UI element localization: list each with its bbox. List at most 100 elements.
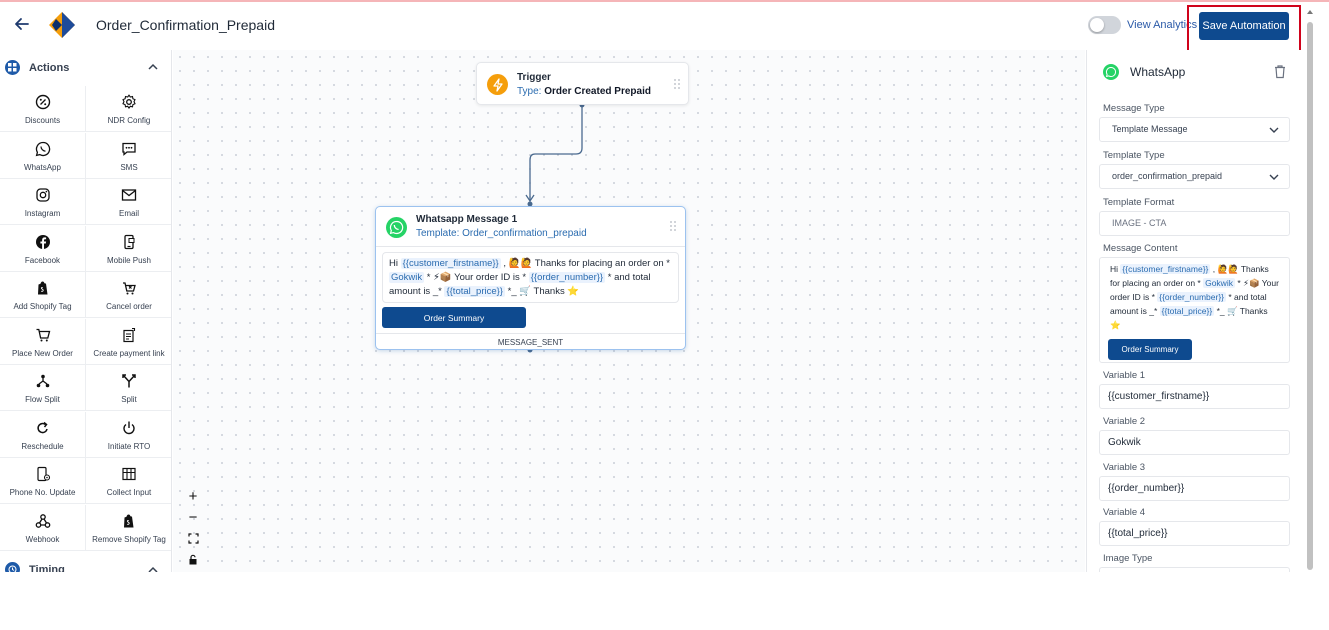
action-whatsapp[interactable]: WhatsApp bbox=[0, 133, 86, 179]
whatsapp-message-node[interactable]: Whatsapp Message 1 Template: Order_confi… bbox=[375, 206, 686, 350]
variable-chip: {{total_price}} bbox=[1159, 306, 1215, 316]
action-discounts[interactable]: Discounts bbox=[0, 86, 86, 132]
action-label: NDR Config bbox=[107, 116, 151, 125]
variable-3-label: Variable 3 bbox=[1103, 462, 1146, 473]
timing-section-label: Timing bbox=[29, 564, 65, 572]
action-label: Split bbox=[121, 395, 137, 404]
analytics-toggle[interactable] bbox=[1088, 16, 1121, 34]
action-facebook[interactable]: Facebook bbox=[0, 226, 86, 272]
template-format-label: Template Format bbox=[1103, 197, 1175, 208]
save-automation-button[interactable]: Save Automation bbox=[1199, 12, 1289, 40]
action-label: Reschedule bbox=[21, 442, 64, 451]
variable-chip: Gokwik bbox=[1203, 278, 1235, 288]
chevron-down-icon bbox=[1269, 127, 1279, 133]
action-initiate-rto[interactable]: Initiate RTO bbox=[86, 412, 171, 458]
message-text: Hi bbox=[1110, 264, 1121, 274]
variable-chip: {{customer_firstname}} bbox=[400, 258, 501, 269]
variable-chip: Gokwik bbox=[389, 272, 425, 283]
phone-settings-icon bbox=[0, 466, 85, 482]
variable-1-input[interactable]: {{customer_firstname}} bbox=[1099, 384, 1290, 409]
chevron-up-icon[interactable] bbox=[146, 563, 160, 572]
lock-icon[interactable] bbox=[182, 549, 204, 570]
action-add-shopify-tag[interactable]: Add Shopify Tag bbox=[0, 272, 86, 318]
variable-4-label: Variable 4 bbox=[1103, 507, 1146, 518]
view-analytics-link[interactable]: View Analytics bbox=[1127, 19, 1197, 31]
action-label: Phone No. Update bbox=[9, 488, 76, 497]
zoom-in-icon[interactable]: + bbox=[182, 486, 204, 507]
action-split[interactable]: Split bbox=[86, 365, 171, 411]
variable-chip: {{order_number}} bbox=[528, 272, 606, 283]
action-place-new-order[interactable]: Place New Order bbox=[0, 319, 86, 365]
cart-icon bbox=[0, 327, 85, 343]
action-webhook[interactable]: Webhook bbox=[0, 505, 86, 551]
action-collect-input[interactable]: Collect Input bbox=[86, 458, 171, 504]
trigger-type-value: Order Created Prepaid bbox=[544, 86, 651, 97]
flow-canvas[interactable]: Trigger Type: Order Created Prepaid What… bbox=[173, 50, 1085, 572]
action-label: WhatsApp bbox=[24, 163, 61, 172]
variable-2-input[interactable]: Gokwik bbox=[1099, 430, 1290, 455]
scroll-up-icon[interactable] bbox=[1305, 8, 1315, 16]
trigger-title: Trigger bbox=[517, 72, 551, 83]
order-summary-button[interactable]: Order Summary bbox=[382, 307, 526, 328]
message-content-box[interactable]: Hi {{customer_firstname}} , 🙋🙋 Thanks fo… bbox=[1099, 257, 1290, 363]
trigger-node[interactable]: Trigger Type: Order Created Prepaid bbox=[476, 62, 689, 105]
chevron-up-icon[interactable] bbox=[146, 60, 160, 74]
action-phone-no-update[interactable]: Phone No. Update bbox=[0, 458, 86, 504]
message-content-label: Message Content bbox=[1103, 243, 1178, 254]
action-ndr-config[interactable]: NDR Config bbox=[86, 86, 171, 132]
variable-chip: {{total_price}} bbox=[444, 286, 505, 297]
action-label: Collect Input bbox=[106, 488, 152, 497]
zoom-out-icon[interactable]: − bbox=[182, 507, 204, 528]
drag-handle-icon[interactable] bbox=[669, 220, 677, 232]
action-cancel-order[interactable]: Cancel order bbox=[86, 272, 171, 318]
fit-view-icon[interactable] bbox=[182, 528, 204, 549]
whatsapp-icon bbox=[0, 141, 85, 157]
action-label: Remove Shopify Tag bbox=[92, 535, 166, 544]
action-instagram[interactable]: Instagram bbox=[0, 179, 86, 225]
action-label: Place New Order bbox=[12, 349, 73, 358]
action-label: Facebook bbox=[24, 256, 61, 265]
message-text: * ⚡📦 Your order ID is * bbox=[424, 272, 529, 283]
header: Order_Confirmation_Prepaid View Analytic… bbox=[0, 2, 1329, 56]
whatsapp-node-title: Whatsapp Message 1 bbox=[416, 214, 518, 225]
variable-chip: {{order_number}} bbox=[1157, 292, 1226, 302]
image-type-label: Image Type bbox=[1103, 553, 1153, 564]
actions-sidebar: Actions Discounts NDR Config WhatsApp SM… bbox=[0, 50, 172, 572]
variable-3-input[interactable]: {{order_number}} bbox=[1099, 476, 1290, 501]
action-label: Initiate RTO bbox=[107, 442, 151, 451]
action-mobile-push[interactable]: Mobile Push bbox=[86, 226, 171, 272]
instagram-icon bbox=[0, 187, 85, 203]
action-label: Email bbox=[118, 209, 139, 218]
page-scrollbar[interactable] bbox=[1305, 8, 1315, 573]
action-label: Flow Split bbox=[25, 395, 60, 404]
whatsapp-node-template: Template: Order_confirmation_prepaid bbox=[416, 228, 587, 239]
message-type-select[interactable]: Template Message bbox=[1099, 117, 1290, 142]
actions-section-header[interactable]: Actions bbox=[0, 50, 171, 86]
back-arrow-icon[interactable] bbox=[12, 14, 32, 34]
action-email[interactable]: Email bbox=[86, 179, 171, 225]
drag-handle-icon[interactable] bbox=[673, 78, 681, 90]
flow-split-icon bbox=[0, 373, 85, 389]
action-create-payment-link[interactable]: Create payment link bbox=[86, 319, 171, 365]
shopify-icon bbox=[0, 280, 85, 296]
scroll-thumb[interactable] bbox=[1307, 22, 1313, 570]
timing-section-header[interactable]: Timing bbox=[0, 556, 171, 572]
template-type-select[interactable]: order_confirmation_prepaid bbox=[1099, 164, 1290, 189]
message-type-value: Template Message bbox=[1112, 124, 1188, 134]
action-sms[interactable]: SMS bbox=[86, 133, 171, 179]
action-label: Webhook bbox=[25, 535, 60, 544]
trash-icon[interactable] bbox=[1273, 64, 1287, 79]
lightning-icon bbox=[487, 74, 508, 95]
divider bbox=[376, 333, 685, 334]
action-remove-shopify-tag[interactable]: Remove Shopify Tag bbox=[86, 505, 171, 551]
power-icon bbox=[86, 420, 171, 436]
action-flow-split[interactable]: Flow Split bbox=[0, 365, 86, 411]
variable-4-input[interactable]: {{total_price}} bbox=[1099, 521, 1290, 546]
whatsapp-icon bbox=[386, 217, 407, 238]
action-reschedule[interactable]: Reschedule bbox=[0, 412, 86, 458]
clock-icon bbox=[5, 562, 20, 572]
order-summary-button[interactable]: Order Summary bbox=[1108, 339, 1192, 360]
trigger-type: Type: Order Created Prepaid bbox=[517, 86, 651, 97]
template-format-field: IMAGE - CTA bbox=[1099, 211, 1290, 236]
message-preview: Hi {{customer_firstname}} , 🙋🙋 Thanks fo… bbox=[382, 252, 679, 303]
